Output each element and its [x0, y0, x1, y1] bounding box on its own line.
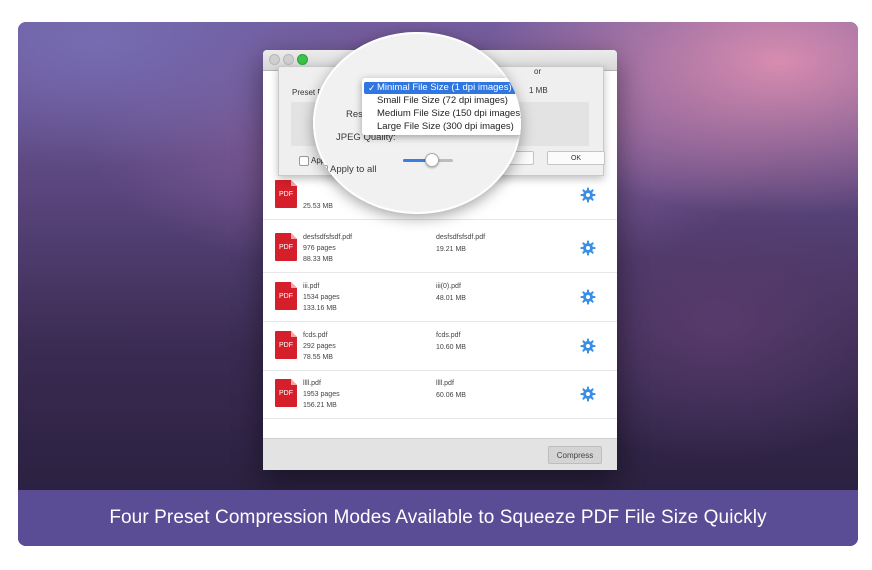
promo-caption: Four Preset Compression Modes Available …: [18, 490, 858, 546]
file-size: 88.33 MB: [303, 256, 333, 263]
file-pages: 976 pages: [303, 245, 336, 252]
preset-option-minimal[interactable]: ✓ Minimal File Size (1 dpi images): [364, 82, 516, 94]
preset-dropdown-menu[interactable]: ✓ Minimal File Size (1 dpi images) Small …: [362, 78, 521, 135]
file-row[interactable]: PDF llll.pdf 1953 pages 156.21 MB llll.p…: [263, 370, 617, 419]
file-pages: 1953 pages: [303, 391, 340, 398]
resolution-label: Res: [346, 109, 363, 120]
file-size-fragment: 1 MB: [529, 86, 548, 95]
output-name: fcds.pdf: [436, 332, 461, 339]
output-size: 10.60 MB: [436, 344, 466, 351]
file-row[interactable]: PDF desfsdfsfsdf.pdf 976 pages 88.33 MB …: [263, 224, 617, 273]
file-name: desfsdfsfsdf.pdf: [303, 234, 353, 241]
file-pages: 292 pages: [303, 343, 336, 350]
preset-option-medium[interactable]: Medium File Size (150 dpi images): [362, 108, 521, 120]
output-name: llll.pdf: [436, 380, 454, 387]
pdf-file-icon: PDF: [275, 379, 297, 407]
pdf-file-icon: PDF: [275, 331, 297, 359]
file-size: 25.53 MB: [303, 203, 333, 210]
apply-to-all-label: Apply to all: [330, 164, 377, 175]
file-pages: 1534 pages: [303, 294, 340, 301]
preset-option-small[interactable]: Small File Size (72 dpi images): [362, 95, 521, 107]
gear-icon[interactable]: [580, 289, 596, 305]
file-row[interactable]: PDF fcds.pdf 292 pages 78.55 MB fcds.pdf…: [263, 322, 617, 371]
output-size: 60.06 MB: [436, 392, 466, 399]
file-name: llll.pdf: [303, 380, 321, 387]
apply-to-all-checkbox[interactable]: [299, 156, 309, 166]
file-name: iii.pdf: [303, 283, 320, 290]
gear-icon[interactable]: [580, 386, 596, 402]
sheet-title-fragment: or: [534, 67, 542, 76]
ok-button[interactable]: OK: [547, 151, 605, 165]
checkmark-icon: ✓: [368, 83, 376, 93]
output-size: 48.01 MB: [436, 295, 466, 302]
pdf-file-icon: PDF: [275, 180, 297, 208]
apply-to-all-checkbox[interactable]: [318, 165, 328, 175]
gear-icon[interactable]: [580, 240, 596, 256]
preset-option-large[interactable]: Large File Size (300 dpi images): [362, 121, 521, 133]
output-name: iii(0).pdf: [436, 283, 461, 290]
file-row[interactable]: PDF iii.pdf 1534 pages 133.16 MB iii(0).…: [263, 273, 617, 322]
output-size: 19.21 MB: [436, 246, 466, 253]
output-name: desfsdfsfsdf.pdf: [436, 234, 486, 241]
pdf-file-icon: PDF: [275, 282, 297, 310]
file-size: 133.16 MB: [303, 305, 337, 312]
compress-button[interactable]: Compress: [548, 446, 602, 464]
promo-card: Cisdem PDF PDF 25.53 MB PDF desfsdfsfsdf…: [18, 22, 858, 546]
window-footer: Compress: [263, 438, 617, 470]
gear-icon[interactable]: [580, 338, 596, 354]
file-name: fcds.pdf: [303, 332, 328, 339]
magnifier-lens: Res JPEG Quality: Apply to all ✓ Minimal …: [313, 32, 521, 214]
slider-thumb[interactable]: [424, 153, 439, 167]
pdf-file-icon: PDF: [275, 233, 297, 261]
gear-icon[interactable]: [580, 187, 596, 203]
file-size: 78.55 MB: [303, 354, 333, 361]
file-size: 156.21 MB: [303, 402, 337, 409]
